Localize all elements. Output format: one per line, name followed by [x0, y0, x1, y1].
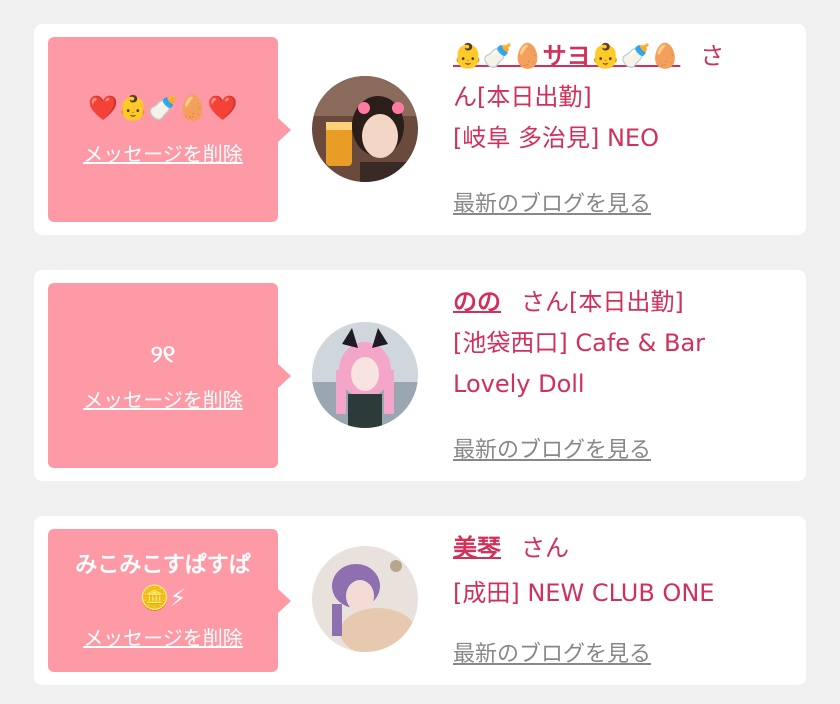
avatar-photo	[312, 546, 418, 652]
message-text: ୨୧	[150, 340, 176, 368]
message-bubble: みこみこすぱすぱ 🪙⚡ メッセージを削除	[48, 529, 291, 672]
cast-info: のの さん[本日出勤] [池袋西口] Cafe & Bar Lovely Doll	[453, 282, 788, 405]
avatar[interactable]	[312, 76, 418, 182]
avatar[interactable]	[312, 546, 418, 652]
honorific: さ	[700, 42, 725, 70]
message-emoji: 🪙⚡	[139, 584, 187, 612]
delete-message-link[interactable]: メッセージを削除	[83, 138, 243, 167]
delete-message-link[interactable]: メッセージを削除	[83, 622, 243, 651]
cast-info: 👶🍼🥚サヨ👶🍼🥚 さ ん[本日出勤] [岐阜 多治見] NEO	[453, 36, 788, 159]
avatar-photo	[312, 76, 418, 182]
cast-name-link[interactable]: 美琴	[453, 534, 501, 562]
shop-name: [岐阜 多治見] NEO	[453, 124, 659, 152]
message-bubble: ୨୧ メッセージを削除	[48, 283, 291, 468]
shop-name: [成田] NEW CLUB ONE	[453, 579, 715, 607]
message-text: みこみこすぱすぱ	[75, 553, 251, 578]
message-card: みこみこすぱすぱ 🪙⚡ メッセージを削除 美琴 さん [成田] NEW CLUB …	[34, 516, 806, 685]
shop-name-cont: Lovely Doll	[453, 370, 585, 398]
message-card: ❤️👶🍼🥚❤️ メッセージを削除 👶🍼🥚サヨ👶🍼🥚 さ ん[本日出勤] [岐阜 多…	[34, 24, 806, 235]
honorific-status: さん[本日出勤]	[521, 288, 684, 316]
avatar[interactable]	[312, 322, 418, 428]
message-card: ୨୧ メッセージを削除 のの さん[本日出勤] [池袋西口] Cafe & Bar…	[34, 270, 806, 481]
honorific: さん	[521, 534, 569, 562]
message-text: ❤️👶🍼🥚❤️	[88, 94, 238, 122]
message-bubble: ❤️👶🍼🥚❤️ メッセージを削除	[48, 37, 291, 222]
latest-blog-link[interactable]: 最新のブログを見る	[453, 636, 651, 668]
cast-name-link[interactable]: 👶🍼🥚サヨ👶🍼🥚	[453, 42, 680, 70]
cast-info: 美琴 さん [成田] NEW CLUB ONE	[453, 528, 788, 614]
latest-blog-link[interactable]: 最新のブログを見る	[453, 186, 651, 218]
shop-name: [池袋西口] Cafe & Bar	[453, 329, 706, 357]
avatar-photo	[312, 322, 418, 428]
latest-blog-link[interactable]: 最新のブログを見る	[453, 432, 651, 464]
cast-name-link[interactable]: のの	[453, 288, 501, 316]
status-text: ん[本日出勤]	[453, 83, 592, 111]
delete-message-link[interactable]: メッセージを削除	[83, 384, 243, 413]
